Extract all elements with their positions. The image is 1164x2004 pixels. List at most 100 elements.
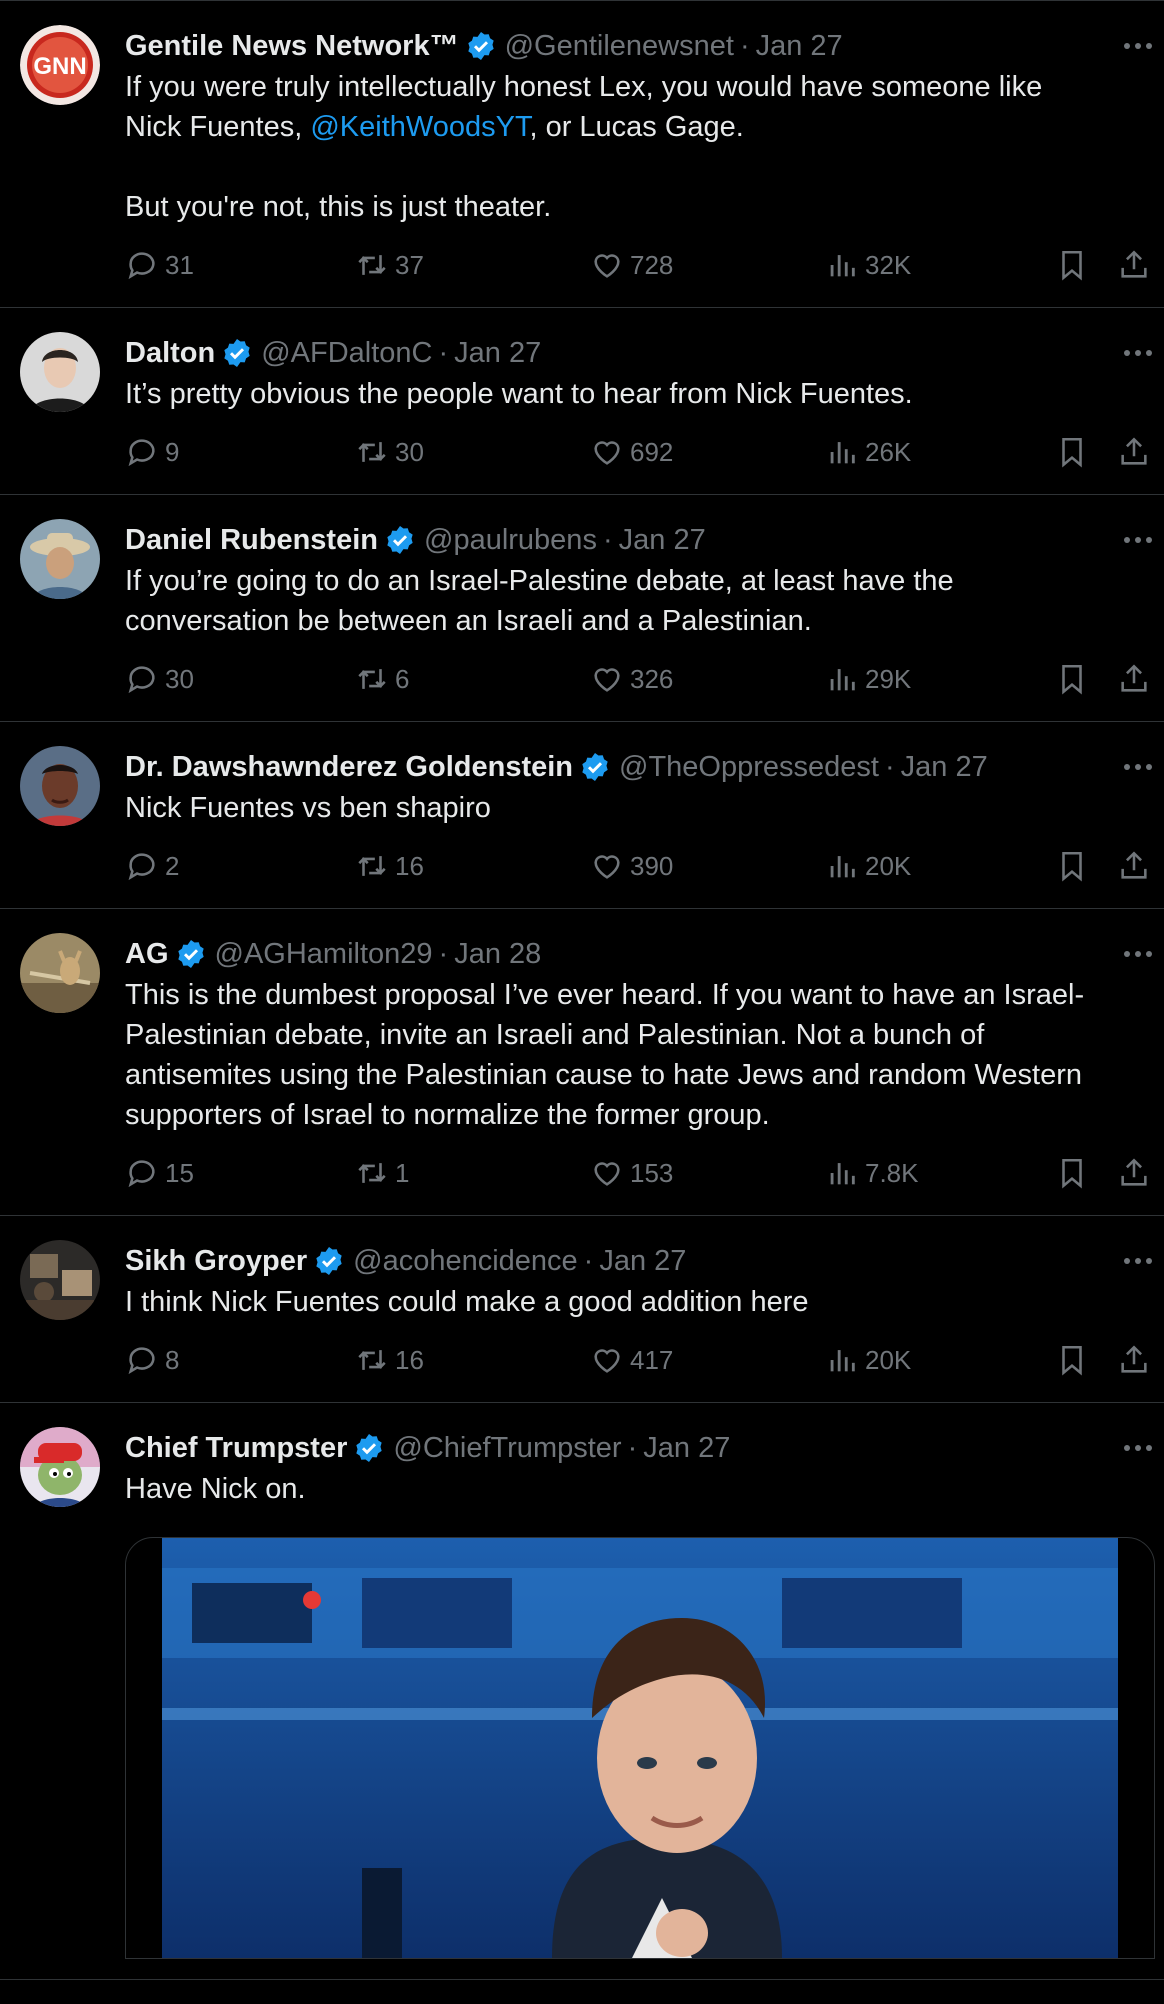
bookmark-button[interactable] <box>1055 657 1089 701</box>
tweet-date[interactable]: Jan 27 <box>756 30 843 63</box>
views-count: 26K <box>865 436 912 467</box>
tweet-header: AG @AGHamilton29 · Jan 28 <box>125 933 1152 975</box>
like-count: 326 <box>630 663 674 694</box>
mention-link[interactable]: @KeithWoodsYT <box>310 111 529 143</box>
share-button[interactable] <box>1117 243 1151 287</box>
author-name[interactable]: Dr. Dawshawnderez Goldenstein <box>125 751 573 784</box>
like-button[interactable]: 153 <box>590 1151 673 1195</box>
author-handle[interactable]: @paulrubens <box>424 524 597 557</box>
reply-button[interactable]: 8 <box>125 1338 179 1382</box>
reply-icon <box>125 1343 165 1377</box>
action-bar: 2 16 390 20K <box>125 844 1152 888</box>
bookmark-button[interactable] <box>1055 844 1089 888</box>
more-icon[interactable] <box>1120 933 1156 975</box>
tweet-text: If you’re going to do an Israel-Palestin… <box>125 565 954 637</box>
more-icon[interactable] <box>1120 1240 1156 1282</box>
author-name[interactable]: Dalton <box>125 337 215 370</box>
tweet-date[interactable]: Jan 27 <box>901 751 988 784</box>
repost-button[interactable]: 6 <box>355 657 409 701</box>
tweet[interactable]: Daniel Rubenstein @paulrubens · Jan 27 If yo… <box>0 495 1164 722</box>
like-button[interactable]: 326 <box>590 657 673 701</box>
avatar[interactable] <box>20 1240 100 1320</box>
like-button[interactable]: 728 <box>590 243 673 287</box>
like-button[interactable]: 417 <box>590 1338 673 1382</box>
author-handle[interactable]: @Gentilenewsnet <box>505 30 734 63</box>
verified-icon <box>221 337 253 369</box>
repost-button[interactable]: 1 <box>355 1151 409 1195</box>
author-name[interactable]: Gentile News Network™ <box>125 30 459 63</box>
bookmark-button[interactable] <box>1055 430 1089 474</box>
avatar[interactable] <box>20 746 100 826</box>
reply-button[interactable]: 2 <box>125 844 179 888</box>
tweet-date[interactable]: Jan 27 <box>619 524 706 557</box>
more-icon[interactable] <box>1120 332 1156 374</box>
views-button[interactable]: 26K <box>825 430 911 474</box>
author-name[interactable]: Daniel Rubenstein <box>125 524 378 557</box>
reply-button[interactable]: 31 <box>125 243 194 287</box>
tweet[interactable]: Chief Trumpster @ChiefTrumpster · Jan 27 Hav… <box>0 1403 1164 1980</box>
tweet[interactable]: Dr. Dawshawnderez Goldenstein @TheOppress… <box>0 722 1164 909</box>
share-button[interactable] <box>1117 1338 1151 1382</box>
share-icon <box>1117 662 1151 696</box>
share-button[interactable] <box>1117 657 1151 701</box>
author-name[interactable]: Chief Trumpster <box>125 1432 347 1465</box>
bookmark-button[interactable] <box>1055 1151 1089 1195</box>
views-icon <box>825 849 865 883</box>
more-icon[interactable] <box>1120 746 1156 788</box>
reply-button[interactable]: 30 <box>125 657 194 701</box>
repost-button[interactable]: 37 <box>355 243 424 287</box>
verified-icon <box>465 30 497 62</box>
bookmark-button[interactable] <box>1055 1338 1089 1382</box>
bookmark-icon <box>1055 1343 1089 1377</box>
author-name[interactable]: AG <box>125 938 169 971</box>
bookmark-button[interactable] <box>1055 243 1089 287</box>
tweet[interactable]: GNN Gentile News Network™ @Gentilenewsnet ·… <box>0 0 1164 308</box>
tweet-media[interactable] <box>125 1537 1155 1959</box>
more-icon[interactable] <box>1120 519 1156 561</box>
tweet[interactable]: Sikh Groyper @acohencidence · Jan 27 I think… <box>0 1216 1164 1403</box>
more-icon[interactable] <box>1120 1427 1156 1469</box>
repost-button[interactable]: 16 <box>355 844 424 888</box>
avatar[interactable] <box>20 1427 100 1507</box>
author-handle[interactable]: @AGHamilton29 <box>215 938 433 971</box>
tweet-date[interactable]: Jan 27 <box>643 1432 730 1465</box>
avatar[interactable] <box>20 519 100 599</box>
share-button[interactable] <box>1117 844 1151 888</box>
author-handle[interactable]: @AFDaltonC <box>261 337 432 370</box>
repost-button[interactable]: 30 <box>355 430 424 474</box>
separator-dot: · <box>583 1244 594 1277</box>
bookmark-icon <box>1055 662 1089 696</box>
reply-button[interactable]: 15 <box>125 1151 194 1195</box>
views-button[interactable]: 20K <box>825 844 911 888</box>
views-icon <box>825 435 865 469</box>
tweet-date[interactable]: Jan 27 <box>454 337 541 370</box>
like-button[interactable]: 692 <box>590 430 673 474</box>
views-button[interactable]: 7.8K <box>825 1151 919 1195</box>
views-button[interactable]: 29K <box>825 657 911 701</box>
reply-button[interactable]: 9 <box>125 430 179 474</box>
share-button[interactable] <box>1117 1151 1151 1195</box>
views-button[interactable]: 20K <box>825 1338 911 1382</box>
like-button[interactable]: 390 <box>590 844 673 888</box>
repost-button[interactable]: 16 <box>355 1338 424 1382</box>
more-icon[interactable] <box>1120 25 1156 67</box>
author-name[interactable]: Sikh Groyper <box>125 1245 307 1278</box>
views-count: 7.8K <box>865 1157 919 1188</box>
bookmark-icon <box>1055 435 1089 469</box>
author-handle[interactable]: @TheOppressedest <box>619 751 879 784</box>
share-button[interactable] <box>1117 430 1151 474</box>
views-button[interactable]: 32K <box>825 243 911 287</box>
tweet[interactable]: AG @AGHamilton29 · Jan 28 This is the dumbes… <box>0 909 1164 1216</box>
author-handle[interactable]: @acohencidence <box>353 1245 578 1278</box>
repost-icon <box>355 849 395 883</box>
tweet-date[interactable]: Jan 28 <box>454 938 541 971</box>
avatar[interactable] <box>20 933 100 1013</box>
repost-count: 6 <box>395 663 410 694</box>
tweet-date[interactable]: Jan 27 <box>599 1245 686 1278</box>
tweet[interactable]: Dalton @AFDaltonC · Jan 27 It’s pretty obvio… <box>0 308 1164 495</box>
author-handle[interactable]: @ChiefTrumpster <box>393 1432 621 1465</box>
like-count: 390 <box>630 850 674 881</box>
avatar[interactable]: GNN <box>20 25 100 105</box>
repost-count: 30 <box>395 436 424 467</box>
avatar[interactable] <box>20 332 100 412</box>
